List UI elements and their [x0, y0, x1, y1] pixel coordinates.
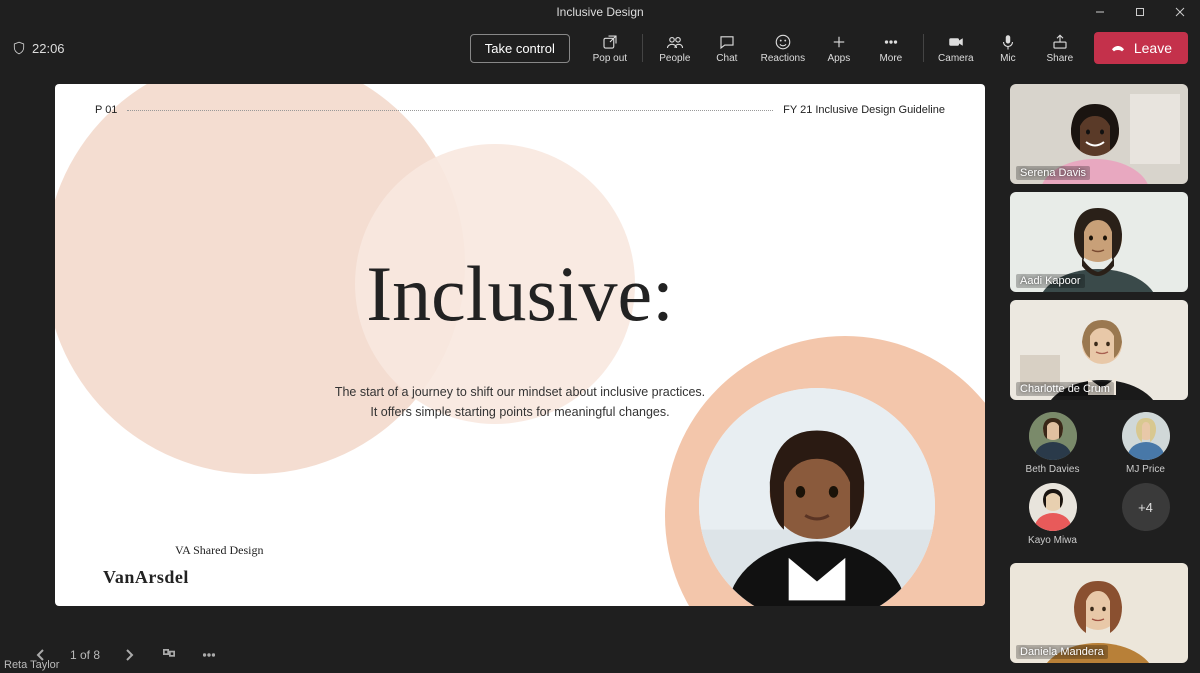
share-button[interactable]: Share	[1034, 33, 1086, 64]
next-slide-button[interactable]	[118, 644, 140, 666]
grid-view-button[interactable]	[158, 644, 180, 666]
participant-overflow[interactable]: +4	[1103, 483, 1188, 546]
presenter-name: Reta Taylor	[4, 659, 59, 671]
slide-page-number: P 01	[95, 104, 117, 116]
take-control-button[interactable]: Take control	[470, 34, 570, 63]
overflow-count: +4	[1122, 483, 1170, 531]
participant-name: Aadi Kapoor	[1016, 274, 1085, 288]
minimize-button[interactable]	[1080, 0, 1120, 24]
participant-avatars: Beth Davies MJ Price Kayo Miwa +4	[1010, 408, 1188, 546]
self-video-tile[interactable]: Daniela Mandera	[1010, 563, 1188, 663]
people-button[interactable]: People	[649, 33, 701, 64]
leave-button[interactable]: Leave	[1094, 32, 1188, 64]
share-icon	[1051, 33, 1069, 51]
chat-icon	[718, 33, 736, 51]
divider	[127, 110, 773, 111]
mic-button[interactable]: Mic	[982, 33, 1034, 64]
window-title: Inclusive Design	[556, 5, 643, 19]
meeting-timer: 22:06	[12, 41, 65, 56]
participants-rail: Serena Davis Aadi Kapoor Charlotte de Cr…	[1010, 72, 1200, 673]
participant-tile[interactable]: Serena Davis	[1010, 84, 1188, 184]
slide-logo: VanArsdel	[103, 567, 189, 588]
mic-icon	[999, 33, 1017, 51]
slide-controls: 1 of 8	[0, 637, 1010, 673]
camera-button[interactable]: Camera	[930, 33, 982, 64]
close-button[interactable]	[1160, 0, 1200, 24]
pop-out-icon	[601, 33, 619, 51]
avatar-label: MJ Price	[1126, 464, 1165, 475]
participant-name: Serena Davis	[1016, 166, 1090, 180]
camera-icon	[947, 33, 965, 51]
slide-more-button[interactable]	[198, 644, 220, 666]
slide-title: Inclusive:	[55, 249, 985, 339]
participant-tile[interactable]: Charlotte de Crum	[1010, 300, 1188, 400]
timer-text: 22:06	[32, 41, 65, 56]
slide-counter: 1 of 8	[70, 648, 100, 662]
maximize-button[interactable]	[1120, 0, 1160, 24]
hangup-icon	[1110, 40, 1126, 56]
slide-shared-design: VA Shared Design	[175, 543, 263, 558]
meeting-toolbar: 22:06 Take control Pop out People Chat R…	[0, 24, 1200, 72]
people-icon	[666, 33, 684, 51]
participant-avatar[interactable]: Beth Davies	[1010, 412, 1095, 475]
more-button[interactable]: More	[865, 33, 917, 64]
participant-tile[interactable]: Aadi Kapoor	[1010, 192, 1188, 292]
chat-button[interactable]: Chat	[701, 33, 753, 64]
slide[interactable]: P 01 FY 21 Inclusive Design Guideline In…	[55, 84, 985, 606]
apps-button[interactable]: Apps	[813, 33, 865, 64]
avatar-label: Beth Davies	[1026, 464, 1080, 475]
avatar-label: Kayo Miwa	[1028, 535, 1077, 546]
reactions-icon	[774, 33, 792, 51]
window-controls	[1080, 0, 1200, 24]
participant-avatar[interactable]: MJ Price	[1103, 412, 1188, 475]
slide-header-right: FY 21 Inclusive Design Guideline	[783, 104, 945, 116]
shield-icon	[12, 41, 26, 55]
participant-name: Charlotte de Crum	[1016, 382, 1114, 396]
pop-out-button[interactable]: Pop out	[584, 33, 636, 64]
reactions-button[interactable]: Reactions	[753, 33, 813, 64]
participant-avatar[interactable]: Kayo Miwa	[1010, 483, 1095, 546]
presentation-stage: P 01 FY 21 Inclusive Design Guideline In…	[0, 72, 1010, 673]
participant-name: Daniela Mandera	[1016, 645, 1108, 659]
plus-icon	[830, 33, 848, 51]
title-bar: Inclusive Design	[0, 0, 1200, 24]
more-icon	[882, 33, 900, 51]
